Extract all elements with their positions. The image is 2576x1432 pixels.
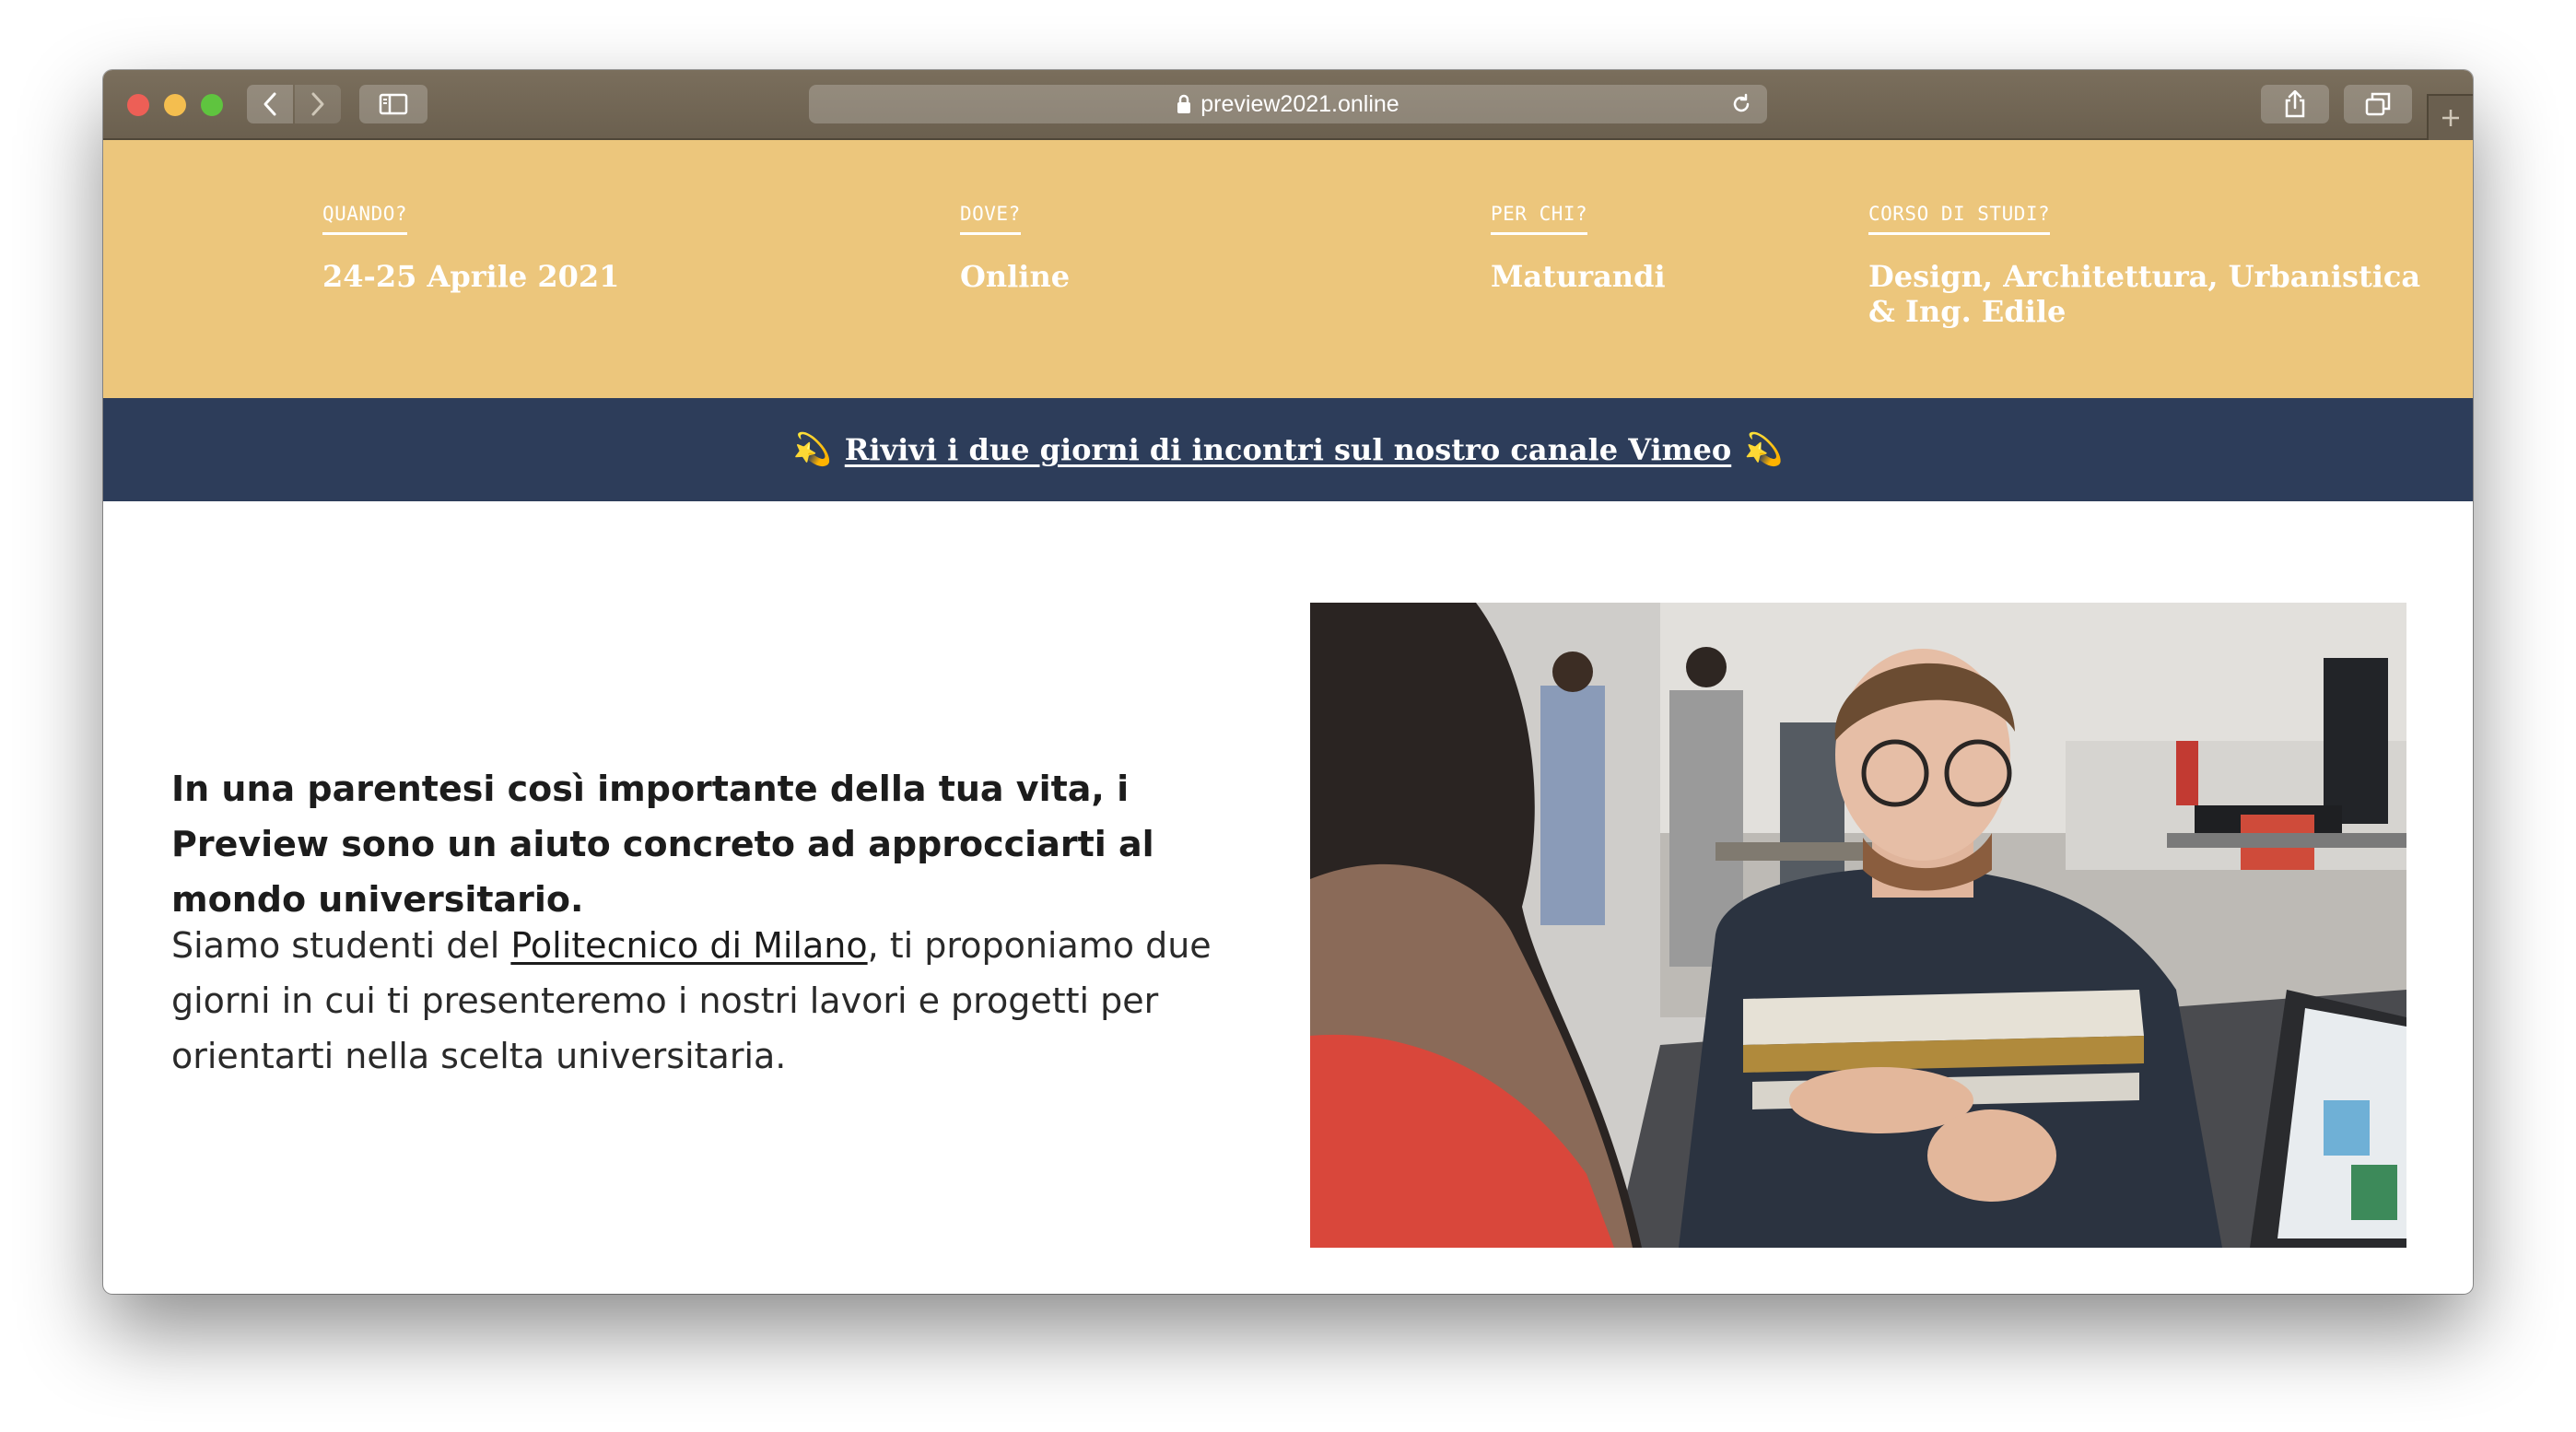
forward-button[interactable] — [295, 85, 341, 123]
students-photo — [1310, 603, 2406, 1248]
share-icon — [2285, 90, 2305, 118]
info-label: CORSO DI STUDI? — [1868, 203, 2051, 235]
info-value: Online — [960, 259, 1071, 294]
new-tab-button[interactable] — [2427, 94, 2473, 140]
address-bar[interactable]: preview2021.online — [809, 85, 1767, 123]
browser-window: preview2021.online QUANDO? 24-25 Aprile … — [103, 70, 2473, 1294]
close-window-button[interactable] — [127, 94, 149, 116]
info-course: CORSO DI STUDI? Design, Architettura, Ur… — [1868, 203, 2421, 329]
tab-overview-button[interactable] — [2344, 85, 2412, 123]
sidebar-toggle-button[interactable] — [359, 85, 427, 123]
students-photo-illustration — [1310, 603, 2406, 1248]
intro-paragraph: Siamo studenti del Politecnico di Milano… — [171, 918, 1286, 1084]
politecnico-link[interactable]: Politecnico di Milano — [510, 925, 867, 966]
info-value: 24-25 Aprile 2021 — [322, 259, 620, 294]
sidebar-icon — [379, 93, 408, 115]
sparkle-icon: 💫 — [792, 431, 832, 468]
info-value: Maturandi — [1491, 259, 1666, 294]
info-value: Design, Architettura, Urbanistica & Ing.… — [1868, 259, 2421, 329]
info-label: PER CHI? — [1491, 203, 1588, 235]
maximize-window-button[interactable] — [201, 94, 223, 116]
event-info-band: QUANDO? 24-25 Aprile 2021 DOVE? Online P… — [103, 140, 2473, 398]
lead-paragraph: In una parentesi così importante della t… — [171, 769, 1154, 920]
plus-icon — [2442, 110, 2459, 126]
chevron-right-icon — [311, 92, 324, 116]
info-when: QUANDO? 24-25 Aprile 2021 — [322, 203, 619, 294]
info-for-whom: PER CHI? Maturandi — [1491, 203, 1666, 294]
sparkle-icon: 💫 — [1744, 431, 1784, 468]
url-text: preview2021.online — [1200, 90, 1399, 117]
chevron-left-icon — [263, 92, 276, 116]
browser-toolbar: preview2021.online — [103, 70, 2473, 140]
intro-prefix: Siamo studenti del — [171, 925, 511, 966]
vimeo-banner: 💫 Rivivi i due giorni di incontri sul no… — [103, 398, 2473, 501]
minimize-window-button[interactable] — [164, 94, 186, 116]
vimeo-link[interactable]: Rivivi i due giorni di incontri sul nost… — [845, 432, 1731, 467]
info-where: DOVE? Online — [960, 203, 1070, 294]
info-label: DOVE? — [960, 203, 1021, 235]
lock-icon — [1177, 94, 1191, 113]
reload-icon[interactable] — [1730, 93, 1752, 115]
info-label: QUANDO? — [322, 203, 408, 235]
tabs-icon — [2365, 92, 2391, 116]
share-button[interactable] — [2261, 85, 2329, 123]
back-button[interactable] — [247, 85, 293, 123]
